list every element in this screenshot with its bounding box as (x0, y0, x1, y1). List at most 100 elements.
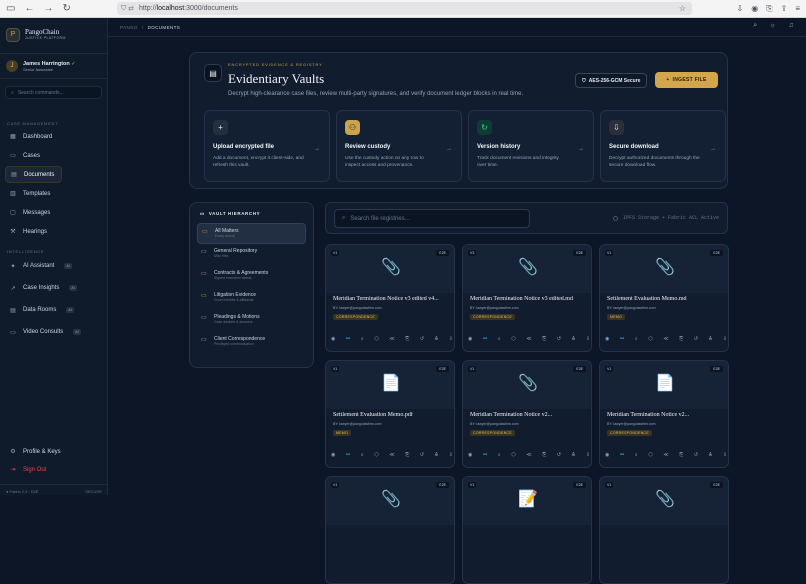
share-icon[interactable]: ≪ (526, 452, 531, 458)
file-card[interactable]: V1 E2E 📎 Meridian Termination Notice v2... B… (462, 360, 592, 468)
view-icon[interactable]: ◉ (468, 336, 472, 342)
bookmark-star-icon[interactable]: ☆ (679, 4, 686, 13)
share-icon[interactable]: ⇪ (781, 4, 788, 14)
copy-icon[interactable]: ⎘ (542, 452, 546, 458)
ingest-file-button[interactable]: + INGEST FILE (655, 72, 718, 88)
command-search-input[interactable]: ⌕ Search commands... (5, 86, 102, 99)
comment-icon[interactable]: ⌕ (498, 336, 501, 342)
sidebar-item-cases[interactable]: ▭ Cases (5, 147, 102, 164)
forward-icon[interactable]: → (43, 3, 53, 14)
verify-icon[interactable]: ⬡ (648, 452, 652, 458)
sidebar-item-hearings[interactable]: ⚒ Hearings (5, 223, 102, 240)
verify-icon[interactable]: ⬡ (511, 452, 515, 458)
file-card[interactable]: V1 E2E 📎 Settlement Evaluation Memo.md BY: l… (599, 244, 729, 352)
file-card[interactable]: V1 E2E 📎 (599, 476, 729, 584)
verify-icon[interactable]: ⬡ (374, 452, 378, 458)
download-icon[interactable]: ⇩ (723, 452, 727, 458)
custody-icon[interactable]: ⚯ (620, 452, 624, 458)
sidebar-toggle-icon[interactable]: ▭ (6, 3, 15, 14)
share-icon[interactable]: ≪ (663, 452, 668, 458)
vault-item-pleadings-motions[interactable]: ▭ Pleadings & Motions Case dockets & answe… (197, 310, 306, 332)
file-card[interactable]: V1 E2E 📎 Meridian Termination Notice v3 edi… (325, 244, 455, 352)
sign-icon[interactable]: Ѧ (709, 452, 712, 458)
vault-item-contracts-agreements[interactable]: ▭ Contracts & Agreements Signed execution … (197, 266, 306, 288)
sidebar-item-dashboard[interactable]: ▦ Dashboard (5, 128, 102, 145)
share-icon[interactable]: ≪ (663, 336, 668, 342)
sidebar-item-video-consults[interactable]: ▭ Video Consults AI (5, 322, 102, 342)
copy-icon[interactable]: ⎘ (679, 452, 683, 458)
view-icon[interactable]: ◉ (468, 452, 472, 458)
profile-keys-link[interactable]: ⚙ Profile & Keys (5, 443, 103, 460)
sign-icon[interactable]: Ѧ (572, 336, 575, 342)
action-card-version-history[interactable]: ↻ Version history Track document revisions… (468, 110, 594, 182)
share-icon[interactable]: ≪ (389, 452, 394, 458)
theme-toggle-icon[interactable]: ☼ (770, 22, 777, 30)
view-icon[interactable]: ◉ (605, 336, 609, 342)
sign-icon[interactable]: Ѧ (435, 452, 438, 458)
copy-icon[interactable]: ⎘ (405, 452, 409, 458)
extensions-icon[interactable]: ⎘ (766, 4, 772, 14)
download-icon[interactable]: ⇩ (586, 336, 590, 342)
history-icon[interactable]: ↺ (557, 452, 561, 458)
vault-item-client-correspondence[interactable]: ▭ Client Correspondence Privileged communi… (197, 332, 306, 354)
verify-icon[interactable]: ⬡ (374, 336, 378, 342)
sidebar-item-documents[interactable]: ▤ Documents (5, 166, 62, 183)
sign-icon[interactable]: Ѧ (572, 452, 575, 458)
registry-search-input[interactable]: ⌕ Search file registries... (334, 209, 530, 228)
file-card[interactable]: V1 E2E 📎 (325, 476, 455, 584)
file-card[interactable]: V1 E2E 📝 (462, 476, 592, 584)
vault-item-all-matters[interactable]: ▭ All Matters Every record (197, 223, 306, 244)
comment-icon[interactable]: ⌕ (635, 452, 638, 458)
copy-icon[interactable]: ⎘ (542, 336, 546, 342)
download-icon[interactable]: ⇩ (723, 336, 727, 342)
download-icon[interactable]: ⇩ (449, 452, 453, 458)
file-card[interactable]: V3 E2E 📎 Meridian Termination Notice v3 edi… (462, 244, 592, 352)
custody-icon[interactable]: ⚯ (620, 336, 624, 342)
history-icon[interactable]: ↺ (557, 336, 561, 342)
share-icon[interactable]: ≪ (389, 336, 394, 342)
menu-icon[interactable]: ≡ (795, 4, 800, 14)
file-card[interactable]: V1 E2E 📄 Settlement Evaluation Memo.pdf BY: … (325, 360, 455, 468)
sign-icon[interactable]: Ѧ (709, 336, 712, 342)
account-icon[interactable]: ◉ (751, 4, 758, 14)
custody-icon[interactable]: ⚯ (483, 452, 487, 458)
view-icon[interactable]: ◉ (605, 452, 609, 458)
vault-item-litigation-evidence[interactable]: ▭ Litigation Evidence Court exhibits & aff… (197, 288, 306, 310)
view-icon[interactable]: ◉ (331, 336, 335, 342)
address-bar[interactable]: ⛉ ⇄ http://localhost:3000/documents ☆ (117, 2, 692, 15)
action-card-upload-encrypted-file[interactable]: + Upload encrypted file Add a document, en… (204, 110, 330, 182)
comment-icon[interactable]: ⌕ (635, 336, 638, 342)
user-profile[interactable]: J James Harrington ✓ Senior Associate (0, 53, 107, 79)
action-card-review-custody[interactable]: ⚇ Review custody Use the custody action on… (336, 110, 462, 182)
copy-icon[interactable]: ⎘ (405, 336, 409, 342)
download-icon[interactable]: ⇩ (449, 336, 453, 342)
comment-icon[interactable]: ⌕ (361, 452, 364, 458)
sidebar-item-templates[interactable]: ▥ Templates (5, 185, 102, 202)
copy-icon[interactable]: ⎘ (679, 336, 683, 342)
breadcrumb-root[interactable]: PANGO (120, 25, 138, 30)
custody-icon[interactable]: ⚯ (346, 336, 350, 342)
custody-icon[interactable]: ⚯ (346, 452, 350, 458)
vault-item-general-repository[interactable]: ▭ General Repository Misc files (197, 244, 306, 266)
verify-icon[interactable]: ⬡ (511, 336, 515, 342)
sidebar-item-messages[interactable]: ▢ Messages (5, 204, 102, 221)
action-card-secure-download[interactable]: ⇩ Secure download Decrypt authorized docum… (600, 110, 726, 182)
history-icon[interactable]: ↺ (420, 336, 424, 342)
history-icon[interactable]: ↺ (420, 452, 424, 458)
sidebar-item-ai-assistant[interactable]: ✦ AI Assistant AI (5, 256, 102, 276)
sidebar-item-data-rooms[interactable]: ▤ Data Rooms AI (5, 300, 102, 320)
comment-icon[interactable]: ⌕ (498, 452, 501, 458)
sign-out-link[interactable]: ⇥ Sign Out (5, 461, 103, 478)
download-icon[interactable]: ⇩ (737, 4, 744, 14)
history-icon[interactable]: ↺ (694, 336, 698, 342)
brand[interactable]: P PangoChain JUSTICE PLATFORM (0, 18, 107, 51)
verify-icon[interactable]: ⬡ (648, 336, 652, 342)
file-card[interactable]: V1 E2E 📄 Meridian Termination Notice v2... B… (599, 360, 729, 468)
download-icon[interactable]: ⇩ (586, 452, 590, 458)
search-icon[interactable]: ⌕ (753, 22, 757, 30)
share-icon[interactable]: ≪ (526, 336, 531, 342)
custody-icon[interactable]: ⚯ (483, 336, 487, 342)
sidebar-item-case-insights[interactable]: ↗ Case Insights AI (5, 278, 102, 298)
notification-bell-icon[interactable]: ♫ (788, 22, 794, 30)
history-icon[interactable]: ↺ (694, 452, 698, 458)
